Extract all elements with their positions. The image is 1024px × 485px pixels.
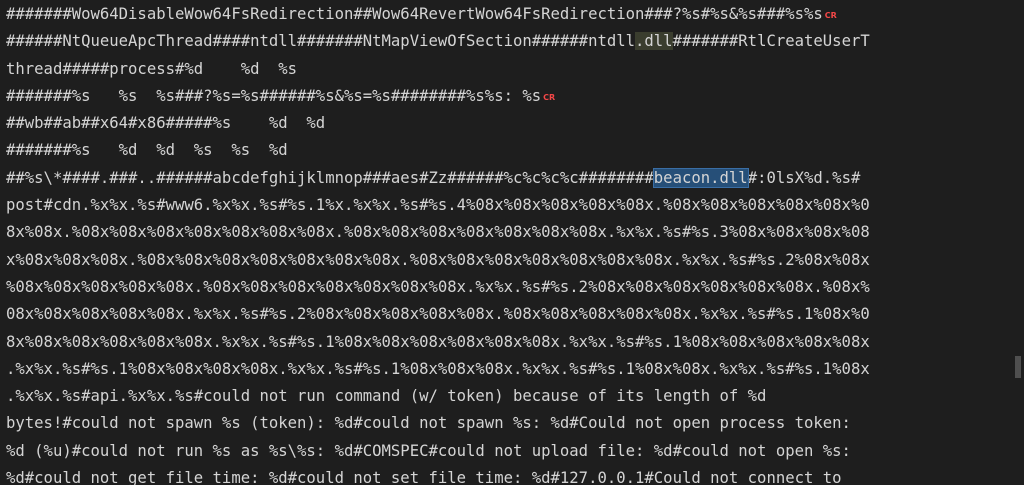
editor-content[interactable]: #######Wow64DisableWow64FsRedirection##W… [6,1,1010,485]
editor-line-11[interactable]: %08x%08x%08x%08x%08x.%08x%08x%08x%08x%08… [6,274,1010,301]
editor-line-16[interactable]: bytes!#could not spawn %s (token): %d#co… [6,410,1010,437]
scrollbar-thumb[interactable] [1015,356,1021,378]
editor-line-4[interactable]: #######%s %s %s###?%s=%s######%s&%s=%s##… [6,83,1010,110]
selected-text[interactable]: beacon.dll [652,167,749,188]
vertical-scrollbar[interactable] [1010,0,1024,485]
editor-line-18[interactable]: %d#could not get file time: %d#could not… [6,465,1010,485]
editor-line-2[interactable]: ######NtQueueApcThread####ntdll#######Nt… [6,28,1010,55]
editor-line-8[interactable]: post#cdn.%x%x.%s#www6.%x%x.%s#%s.1%x.%x%… [6,192,1010,219]
editor-line-3[interactable]: thread#####process#%d %d %s [6,56,1010,83]
text-editor[interactable]: #######Wow64DisableWow64FsRedirection##W… [0,0,1024,485]
editor-line-7[interactable]: ##%s\*####.###..######abcdefghijklmnop##… [6,165,1010,192]
editor-line-12[interactable]: 08x%08x%08x%08x%08x.%x%x.%s#%s.2%08x%08x… [6,301,1010,328]
editor-line-13[interactable]: 8x%08x%08x%08x%08x%08x.%x%x.%s#%s.1%08x%… [6,329,1010,356]
match-highlight: .dll [635,32,673,51]
cr-marker: CR [824,11,837,20]
editor-line-14[interactable]: .%x%x.%s#%s.1%08x%08x%08x%08x.%x%x.%s#%s… [6,356,1010,383]
editor-line-15[interactable]: .%x%x.%s#api.%x%x.%s#could not run comma… [6,383,1010,410]
editor-line-1[interactable]: #######Wow64DisableWow64FsRedirection##W… [6,1,1010,28]
editor-line-10[interactable]: x%08x%08x%08x.%08x%08x%08x%08x%08x%08x%0… [6,247,1010,274]
editor-line-17[interactable]: %d (%u)#could not run %s as %s\%s: %d#CO… [6,438,1010,465]
editor-line-5[interactable]: ##wb##ab##x64#x86#####%s %d %d [6,110,1010,137]
editor-line-9[interactable]: 8x%08x.%08x%08x%08x%08x%08x%08x%08x.%08x… [6,219,1010,246]
cr-marker: CR [543,92,556,102]
editor-line-6[interactable]: #######%s %d %d %s %s %d [6,137,1010,164]
